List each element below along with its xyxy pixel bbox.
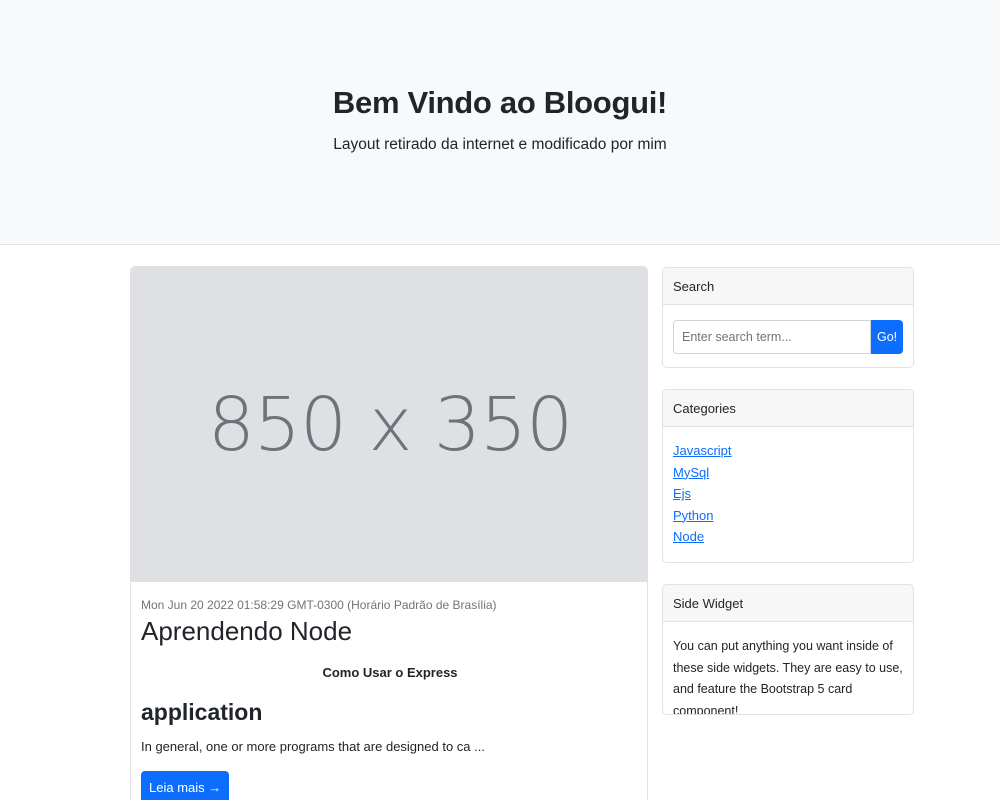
category-link-ejs[interactable]: Ejs — [673, 486, 691, 501]
list-item: MySql — [673, 465, 903, 487]
category-link-node[interactable]: Node — [673, 529, 704, 544]
search-go-button[interactable]: Go! — [871, 320, 903, 354]
post-excerpt: In general, one or more programs that ar… — [141, 739, 485, 754]
categories-card: Categories Javascript MySql Ejs Python N… — [662, 389, 914, 563]
page-subtitle: Layout retirado da internet e modificado… — [333, 136, 667, 153]
side-widget-header: Side Widget — [663, 585, 913, 622]
post-title: Aprendendo Node — [141, 616, 353, 646]
hero-header: Bem Vindo ao Bloogui! Layout retirado da… — [0, 0, 1000, 245]
search-input[interactable] — [673, 320, 872, 354]
image-size-label: 850 x 350 — [207, 381, 573, 468]
post-card: 850 x 350 Mon Jun 20 2022 01:58:29 GMT-0… — [130, 266, 648, 800]
list-item: Javascript — [673, 443, 903, 465]
search-card: Search Go! — [662, 267, 914, 368]
page-title: Bem Vindo ao Bloogui! — [332, 85, 668, 120]
category-link-javascript[interactable]: Javascript — [673, 443, 732, 458]
category-list: Javascript MySql Ejs Python Node — [673, 437, 903, 551]
search-group: Go! — [673, 320, 903, 354]
post-section-heading: application — [141, 699, 263, 725]
categories-card-header: Categories — [663, 390, 913, 427]
search-card-header: Search — [663, 268, 913, 305]
post-image-placeholder: 850 x 350 — [131, 267, 647, 582]
category-link-mysql[interactable]: MySql — [673, 465, 709, 480]
post-date: Mon Jun 20 2022 01:58:29 GMT-0300 (Horár… — [141, 598, 497, 612]
side-widget-text: You can put anything you want inside of … — [673, 639, 903, 715]
read-more-button[interactable]: Leia mais → — [141, 771, 230, 800]
list-item: Node — [673, 529, 903, 551]
list-item: Python — [673, 508, 903, 530]
side-widget-card: Side Widget You can put anything you wan… — [662, 584, 914, 715]
category-link-python[interactable]: Python — [673, 508, 713, 523]
post-subtitle: Como Usar o Express — [322, 665, 458, 680]
list-item: Ejs — [673, 486, 903, 508]
